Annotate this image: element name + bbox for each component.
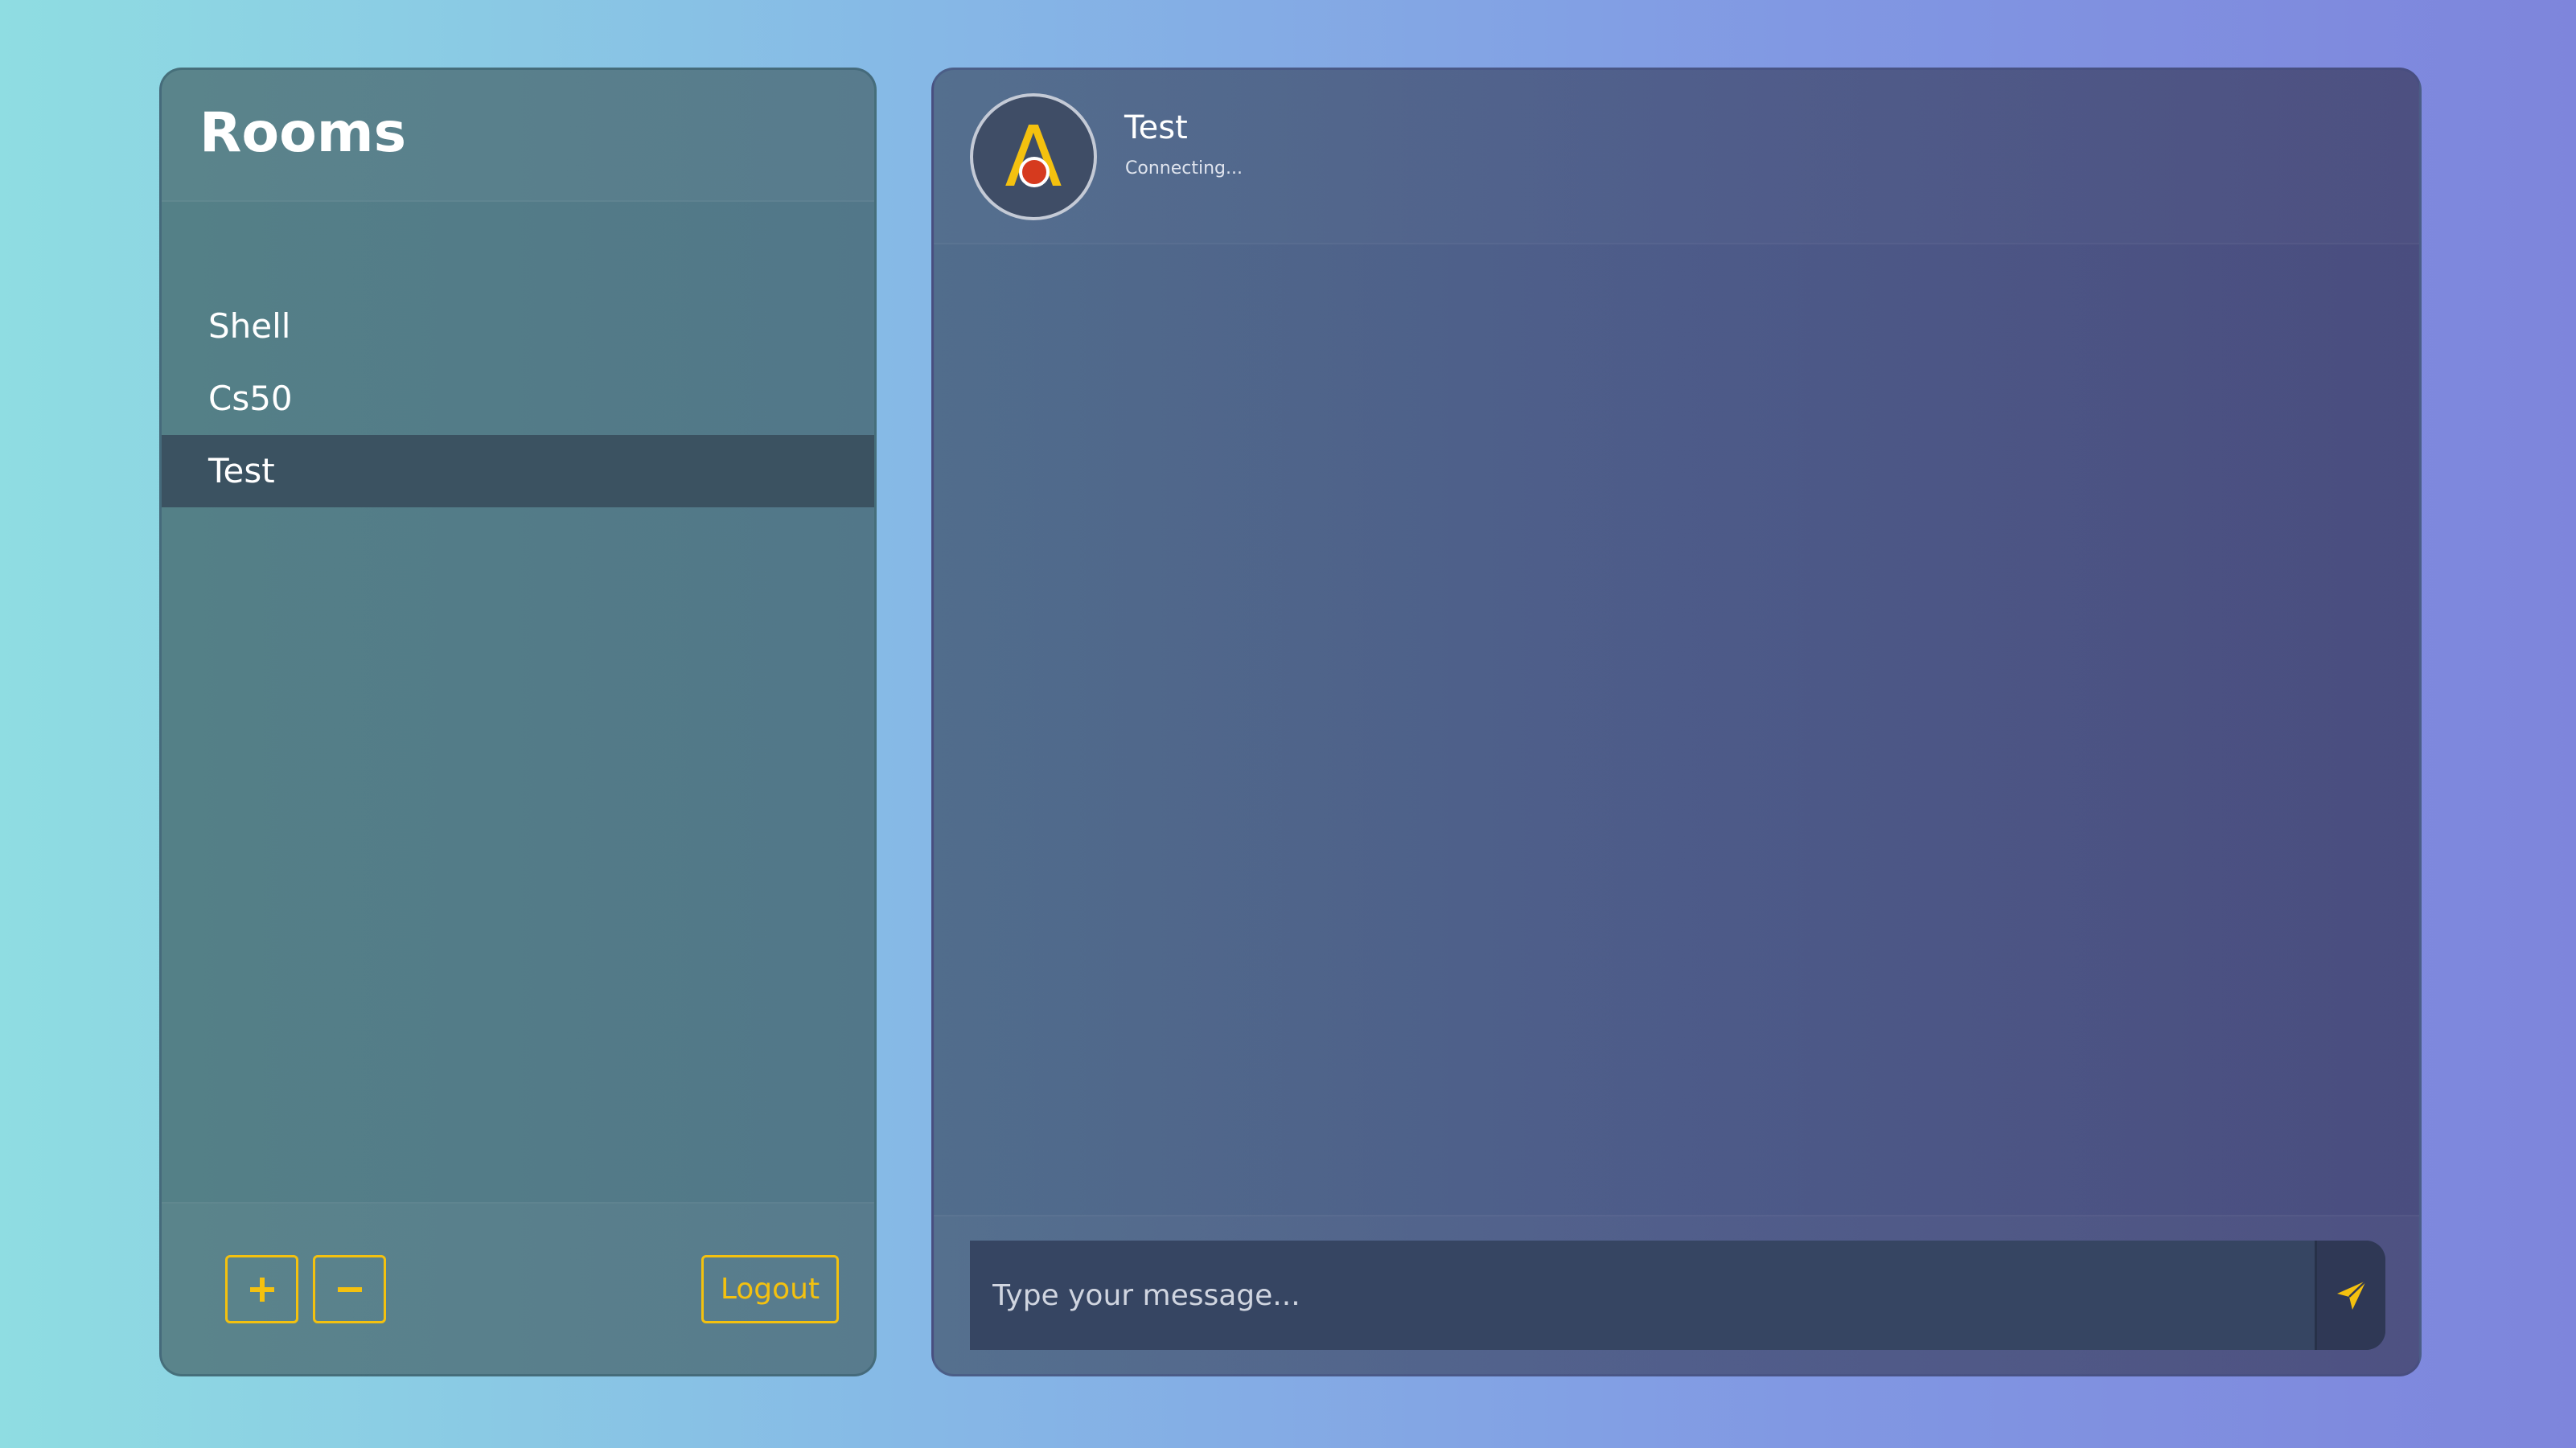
paper-plane-icon: [2336, 1280, 2367, 1310]
remove-room-button[interactable]: [313, 1255, 386, 1323]
room-item-shell[interactable]: Shell: [162, 290, 874, 363]
message-composer: [970, 1241, 2385, 1350]
message-input[interactable]: [970, 1241, 2315, 1350]
send-button[interactable]: [2315, 1241, 2385, 1350]
minus-icon: [337, 1286, 362, 1292]
rooms-footer: Logout: [162, 1202, 874, 1374]
plus-icon: [249, 1277, 274, 1302]
room-list: Shell Cs50 Test: [162, 290, 874, 507]
add-room-button[interactable]: [225, 1255, 298, 1323]
chat-room-name: Test: [1124, 109, 1188, 146]
room-item-test[interactable]: Test: [162, 435, 874, 507]
chat-panel: A Test Connecting...: [931, 68, 2422, 1376]
chat-header: A Test Connecting...: [934, 70, 2419, 244]
room-item-cs50[interactable]: Cs50: [162, 363, 874, 435]
rooms-panel: Rooms Shell Cs50 Test Logout: [159, 68, 877, 1376]
logout-button[interactable]: Logout: [701, 1255, 839, 1323]
connection-status-dot: [1019, 157, 1050, 187]
rooms-title: Rooms: [199, 101, 407, 165]
rooms-header: Rooms: [162, 70, 874, 202]
chat-status: Connecting...: [1125, 158, 1243, 178]
chat-footer: [934, 1215, 2419, 1374]
